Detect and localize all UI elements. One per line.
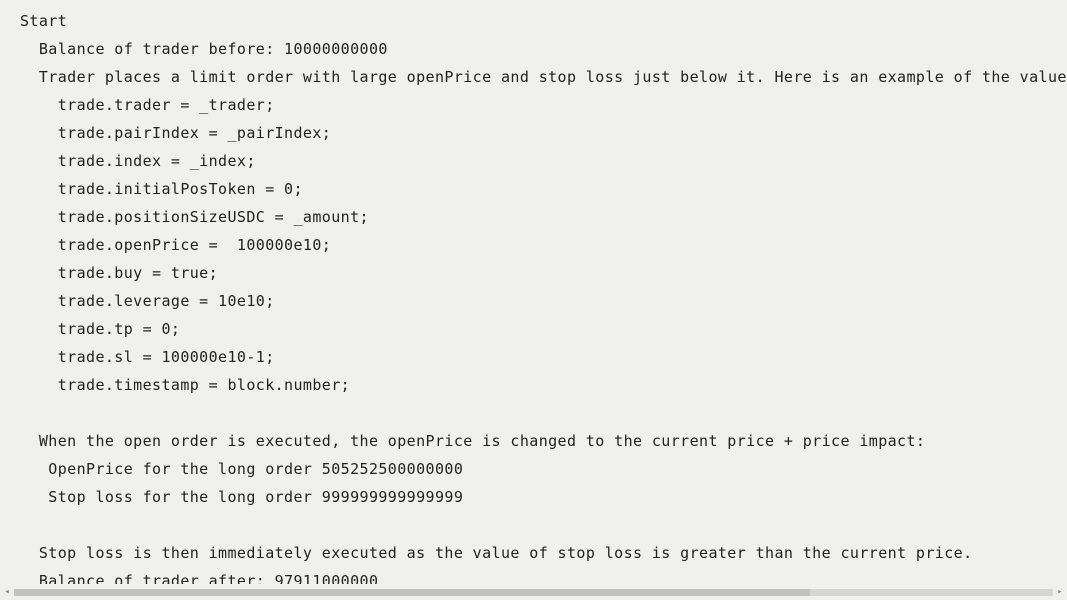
scrollbar-thumb[interactable] (14, 589, 810, 596)
scroll-right-arrow-icon[interactable]: ▸ (1053, 584, 1067, 600)
code-text: Start Balance of trader before: 10000000… (20, 12, 1067, 584)
scroll-left-arrow-icon[interactable]: ◂ (0, 584, 14, 600)
horizontal-scrollbar[interactable]: ◂ ▸ (0, 584, 1067, 600)
code-block: Start Balance of trader before: 10000000… (0, 0, 1067, 584)
code-viewport: Start Balance of trader before: 10000000… (0, 0, 1067, 584)
